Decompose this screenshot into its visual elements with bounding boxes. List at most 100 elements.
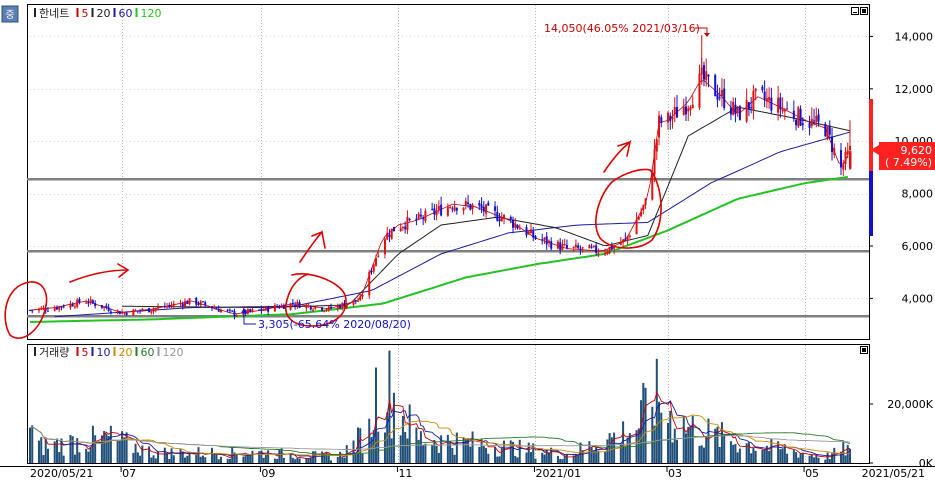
volume-bar — [815, 455, 818, 463]
candle-body — [325, 309, 328, 311]
candle-body — [786, 108, 789, 110]
candle-body — [496, 211, 499, 221]
candle-body — [339, 305, 342, 309]
candle-body — [179, 303, 182, 305]
candle-body — [31, 310, 34, 312]
high-annotation-label: 14,050(46.05% 2021/03/16) — [544, 22, 700, 35]
candle-body — [309, 305, 312, 310]
volume-bar — [276, 458, 279, 463]
candle-body — [550, 241, 553, 249]
candle-body — [89, 299, 92, 303]
candle-body — [370, 270, 373, 273]
candle-body — [606, 252, 609, 254]
candle-body — [738, 106, 741, 120]
candle-body — [770, 97, 773, 111]
candle-body — [37, 308, 40, 311]
candle-body — [296, 301, 299, 306]
volume-bar — [267, 450, 270, 463]
candle-body — [640, 211, 643, 217]
candle-body — [642, 205, 645, 210]
candle-body — [498, 219, 501, 222]
x-tick-label: 2020/05/21 — [30, 467, 93, 479]
candle-body — [188, 298, 191, 305]
volume-bar — [738, 448, 741, 463]
candle-body — [323, 310, 326, 312]
candle-body — [148, 308, 151, 313]
volume-bar — [186, 455, 189, 463]
candle-body — [321, 307, 324, 311]
volume-bar — [642, 382, 645, 463]
candle-body — [249, 309, 252, 312]
x-tick-label: 2021/01 — [535, 467, 581, 479]
volume-bar — [563, 455, 566, 463]
candle-body — [118, 311, 121, 315]
volume-bar — [824, 459, 827, 463]
candle-body — [545, 236, 548, 245]
volume-bar — [298, 458, 301, 463]
volume-bar — [779, 449, 782, 463]
volume-bar — [752, 447, 755, 463]
legend-swatch — [135, 347, 138, 356]
volume-bar — [705, 436, 708, 463]
candle-body — [817, 114, 820, 122]
volume-bar — [219, 456, 222, 463]
volume-bar — [707, 418, 710, 463]
candle-body — [213, 308, 216, 310]
candle-body — [392, 226, 395, 232]
candle-body — [46, 310, 49, 312]
candle-body — [276, 305, 279, 308]
candle-body — [361, 295, 364, 297]
candle-body — [195, 297, 198, 305]
price-chart-icon[interactable]: 중 — [1, 5, 19, 23]
volume-bar — [213, 453, 216, 463]
stock-chart[interactable]: 4,000 6,000 8,000 10,000 12,000 14,000 20,000… — [0, 0, 935, 480]
volume-bar — [330, 460, 333, 463]
volume-bar — [556, 455, 559, 463]
volume-bar — [291, 457, 294, 463]
volume-bar — [116, 439, 119, 463]
volume-bar — [446, 434, 449, 463]
candle-body — [732, 101, 735, 115]
volume-bar — [29, 427, 31, 463]
candle-body — [260, 308, 263, 311]
volume-bar — [132, 452, 135, 463]
candle-body — [595, 245, 598, 253]
candle-body — [184, 301, 187, 307]
legend-swatch — [76, 347, 79, 356]
svg-text:중: 중 — [5, 9, 14, 21]
volume-bar — [509, 440, 512, 463]
candle-body — [828, 125, 831, 135]
candle-body — [705, 71, 708, 81]
candle-body — [494, 206, 497, 211]
candle-body — [314, 306, 317, 309]
chart-canvas[interactable]: 4,0006,0008,00010,00012,00014,000 20,000… — [0, 0, 935, 480]
volume-panel-maximize-icon[interactable] — [860, 346, 868, 354]
candle-body — [671, 116, 674, 120]
legend-entry: 10 — [97, 346, 111, 359]
candle-body — [453, 206, 456, 211]
volume-bar — [480, 439, 483, 463]
candle-body — [73, 306, 76, 308]
price-panel-maximize-icon[interactable] — [860, 7, 868, 15]
candle-body — [579, 248, 582, 250]
volume-bar — [653, 425, 656, 463]
volume-bar — [525, 452, 528, 463]
candle-body — [71, 304, 74, 307]
volume-bar — [770, 438, 773, 463]
candle-body — [559, 242, 562, 251]
candle-body — [516, 225, 519, 229]
candle-body — [480, 204, 483, 209]
x-tick-label: 05 — [805, 467, 819, 479]
volume-bar — [419, 431, 422, 463]
price-panel-minimize-icon[interactable] — [851, 7, 859, 15]
volume-bar — [808, 455, 811, 463]
high-annotation: 14,050(46.05% 2021/03/16) — [544, 22, 710, 37]
candle-body — [752, 90, 755, 111]
volume-bar — [40, 437, 43, 463]
candle-body — [779, 97, 782, 110]
volume-bar — [437, 452, 440, 463]
candle-body — [801, 123, 804, 126]
volume-bar — [422, 444, 425, 463]
candle-body — [121, 312, 124, 314]
candle-body — [388, 234, 391, 237]
